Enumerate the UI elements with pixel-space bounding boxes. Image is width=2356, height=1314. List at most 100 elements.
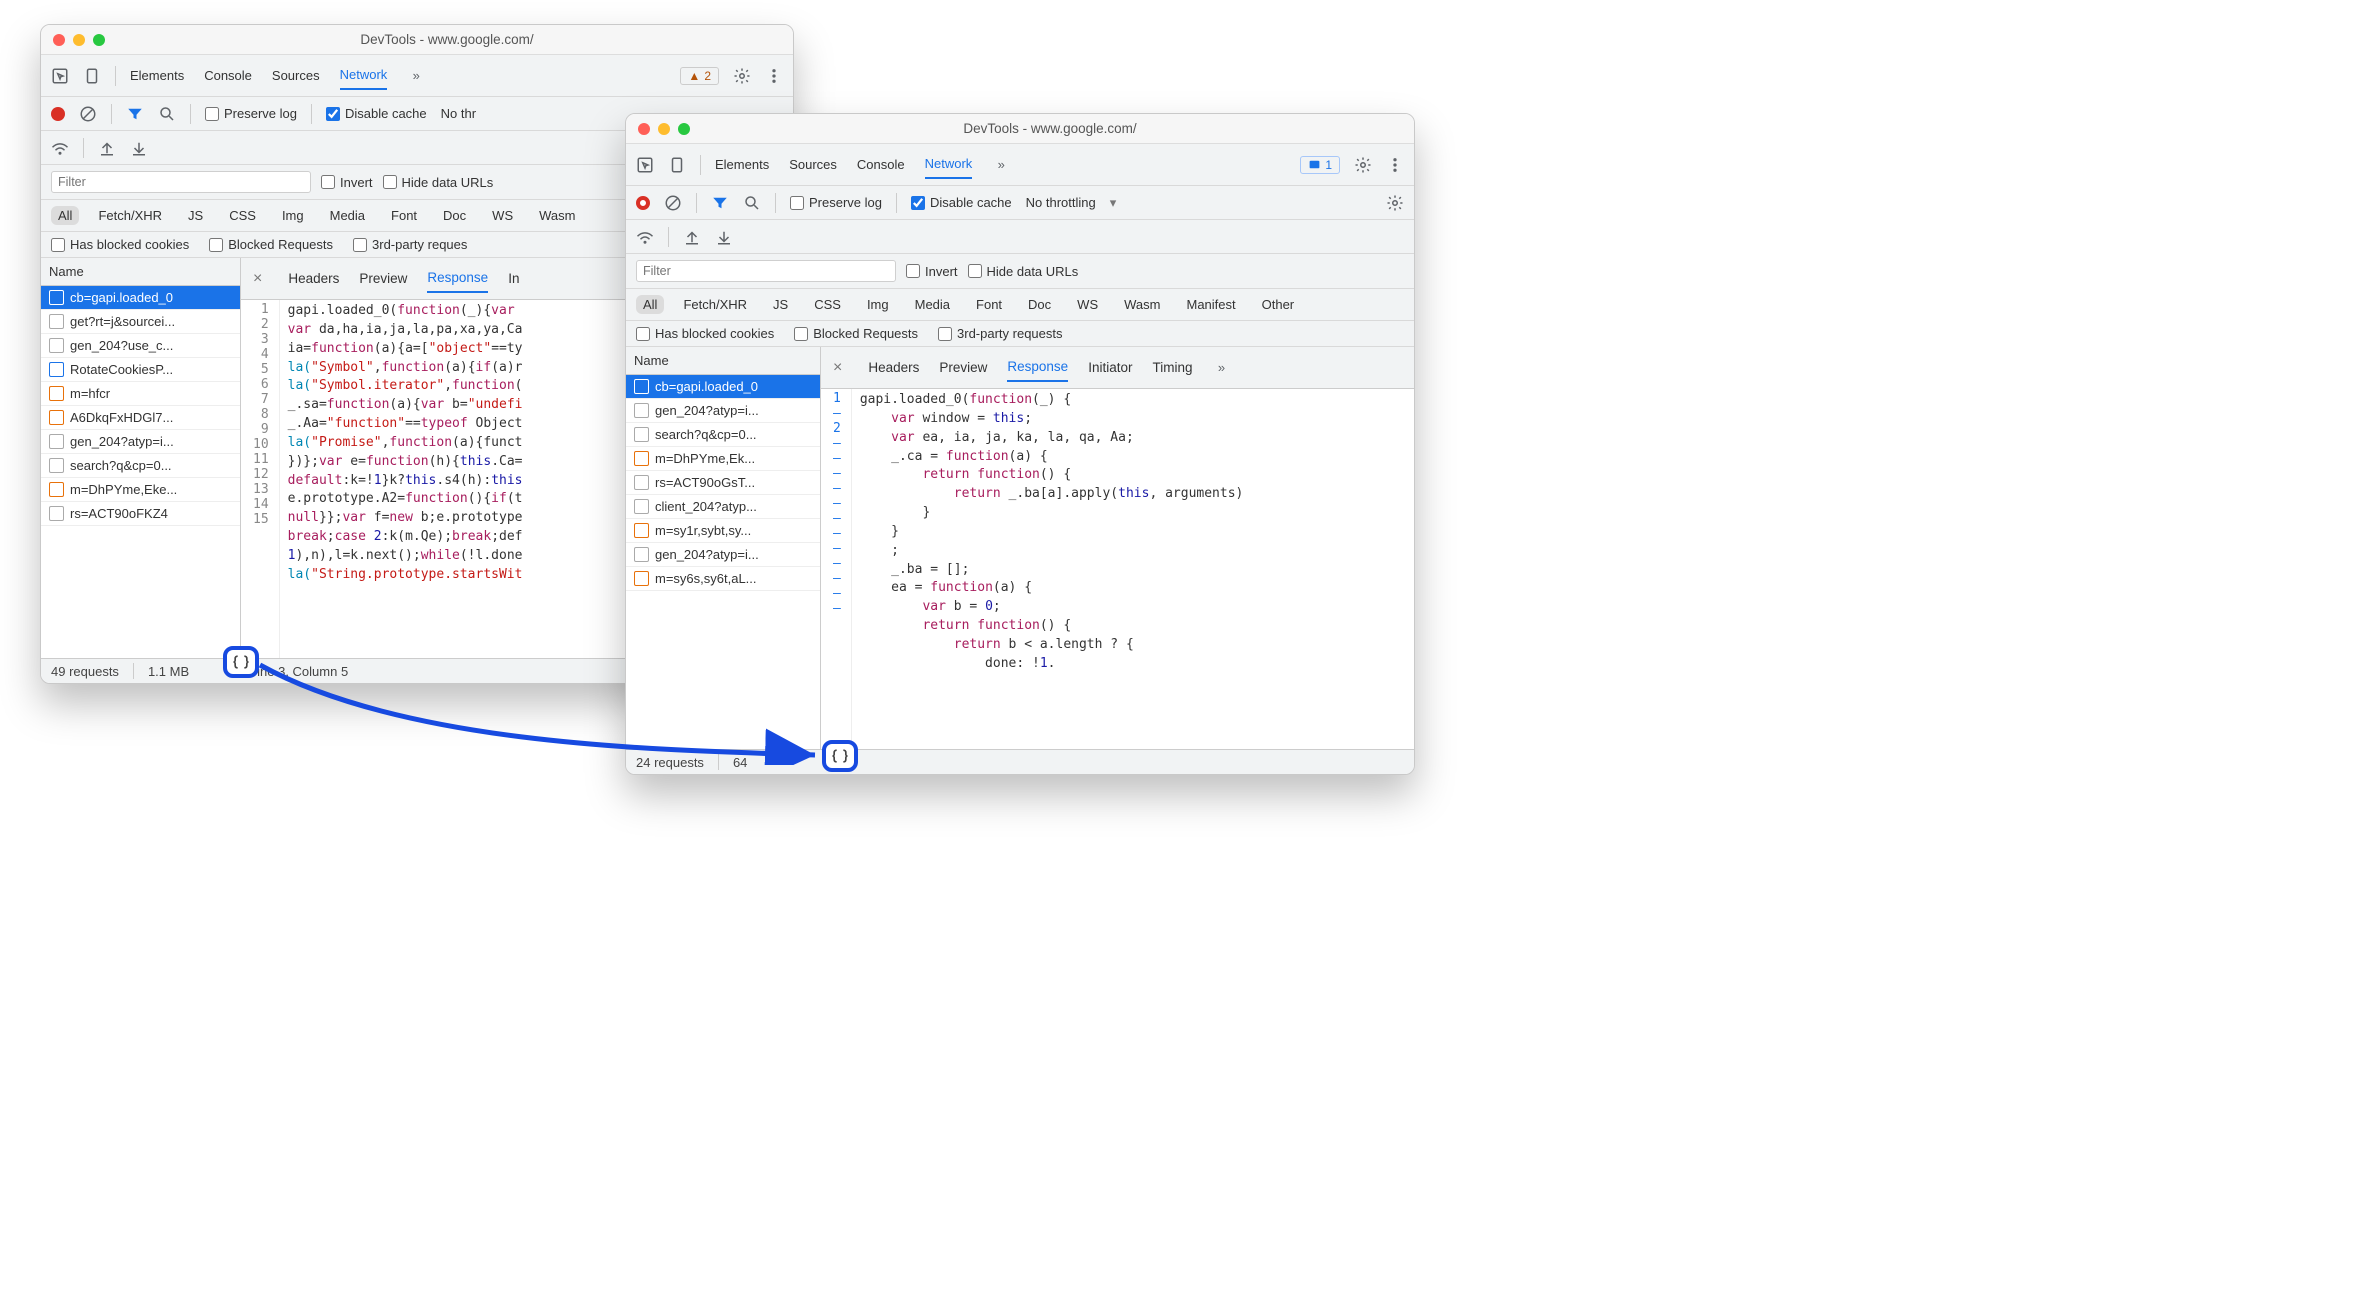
network-conditions-icon[interactable] [51,139,69,157]
third-party-checkbox[interactable]: 3rd-party requests [938,326,1063,341]
inspect-icon[interactable] [636,156,654,174]
invert-checkbox[interactable]: Invert [321,175,373,190]
request-row[interactable]: A6DkqFxHDGl7... [41,406,240,430]
tab-elements[interactable]: Elements [715,151,769,178]
request-row[interactable]: cb=gapi.loaded_0 [41,286,240,310]
request-row[interactable]: gen_204?use_c... [41,334,240,358]
upload-har-icon[interactable] [98,139,116,157]
filter-icon[interactable] [711,194,729,212]
download-har-icon[interactable] [715,228,733,246]
dtab-response[interactable]: Response [1007,353,1068,382]
network-conditions-icon[interactable] [636,228,654,246]
filter-icon[interactable] [126,105,144,123]
request-row[interactable]: gen_204?atyp=i... [41,430,240,454]
tab-elements[interactable]: Elements [130,62,184,89]
minimize-icon[interactable] [73,34,85,46]
minimize-icon[interactable] [658,123,670,135]
chip-other[interactable]: Other [1255,295,1302,314]
hide-data-urls-checkbox[interactable]: Hide data URLs [968,264,1079,279]
filter-input[interactable] [636,260,896,282]
chip-manifest[interactable]: Manifest [1179,295,1242,314]
request-row[interactable]: gen_204?atyp=i... [626,399,820,423]
chip-css[interactable]: CSS [807,295,848,314]
search-icon[interactable] [158,105,176,123]
more-tabs-icon[interactable]: » [992,156,1010,174]
request-row[interactable]: search?q&cp=0... [41,454,240,478]
chip-img[interactable]: Img [275,206,311,225]
list-header[interactable]: Name [626,347,820,375]
blocked-requests-checkbox[interactable]: Blocked Requests [209,237,333,252]
close-icon[interactable] [638,123,650,135]
chip-css[interactable]: CSS [222,206,263,225]
tab-network[interactable]: Network [925,150,973,179]
pretty-print-button-after[interactable] [822,740,858,772]
settings-icon[interactable] [1354,156,1372,174]
dtab-initiator[interactable]: Initiator [1088,354,1132,381]
chip-ws[interactable]: WS [485,206,520,225]
request-row[interactable]: search?q&cp=0... [626,423,820,447]
settings-icon[interactable] [733,67,751,85]
request-row[interactable]: gen_204?atyp=i... [626,543,820,567]
request-row[interactable]: RotateCookiesP... [41,358,240,382]
chip-wasm[interactable]: Wasm [532,206,582,225]
throttling-select[interactable]: No thr [441,106,476,121]
chip-fetch[interactable]: Fetch/XHR [91,206,169,225]
tab-network[interactable]: Network [340,61,388,90]
download-har-icon[interactable] [130,139,148,157]
chip-fetch[interactable]: Fetch/XHR [676,295,754,314]
tab-sources[interactable]: Sources [272,62,320,89]
kebab-icon[interactable] [1386,156,1404,174]
tab-console[interactable]: Console [857,151,905,178]
zoom-icon[interactable] [93,34,105,46]
request-row[interactable]: m=sy6s,sy6t,aL... [626,567,820,591]
blocked-cookies-checkbox[interactable]: Has blocked cookies [51,237,189,252]
close-detail-icon[interactable]: × [833,359,842,377]
request-row[interactable]: client_204?atyp... [626,495,820,519]
preserve-log-checkbox[interactable]: Preserve log [205,106,297,121]
chip-media[interactable]: Media [323,206,372,225]
request-row[interactable]: m=hfcr [41,382,240,406]
chip-doc[interactable]: Doc [436,206,473,225]
disable-cache-checkbox[interactable]: Disable cache [326,106,427,121]
dtab-preview[interactable]: Preview [359,265,407,292]
chip-doc[interactable]: Doc [1021,295,1058,314]
chip-font[interactable]: Font [969,295,1009,314]
chip-all[interactable]: All [636,295,664,314]
disable-cache-checkbox[interactable]: Disable cache [911,195,1012,210]
search-icon[interactable] [743,194,761,212]
upload-har-icon[interactable] [683,228,701,246]
filter-input[interactable] [51,171,311,193]
code-body[interactable]: gapi.loaded_0(function(_){varvar da,ha,i… [280,300,531,658]
record-icon[interactable] [51,107,65,121]
pretty-print-button-before[interactable] [223,646,259,678]
record-icon[interactable] [636,196,650,210]
dtab-timing[interactable]: Timing [1152,354,1192,381]
close-icon[interactable] [53,34,65,46]
third-party-checkbox[interactable]: 3rd-party reques [353,237,467,252]
dtab-response[interactable]: Response [427,264,488,293]
chevron-down-icon[interactable]: ▾ [1110,195,1117,211]
chip-ws[interactable]: WS [1070,295,1105,314]
clear-icon[interactable] [79,105,97,123]
dtab-headers[interactable]: Headers [868,354,919,381]
chip-font[interactable]: Font [384,206,424,225]
more-tabs-icon[interactable]: » [407,67,425,85]
request-row[interactable]: cb=gapi.loaded_0 [626,375,820,399]
device-icon[interactable] [83,67,101,85]
device-icon[interactable] [668,156,686,174]
zoom-icon[interactable] [678,123,690,135]
chip-media[interactable]: Media [908,295,957,314]
issues-badge[interactable]: 1 [1300,156,1340,174]
kebab-icon[interactable] [765,67,783,85]
chip-img[interactable]: Img [860,295,896,314]
blocked-cookies-checkbox[interactable]: Has blocked cookies [636,326,774,341]
dtab-initiator[interactable]: In [508,265,519,292]
preserve-log-checkbox[interactable]: Preserve log [790,195,882,210]
list-header[interactable]: Name [41,258,240,286]
blocked-requests-checkbox[interactable]: Blocked Requests [794,326,918,341]
request-row[interactable]: rs=ACT90oFKZ4 [41,502,240,526]
chip-all[interactable]: All [51,206,79,225]
clear-icon[interactable] [664,194,682,212]
chip-js[interactable]: JS [766,295,795,314]
network-settings-icon[interactable] [1386,194,1404,212]
